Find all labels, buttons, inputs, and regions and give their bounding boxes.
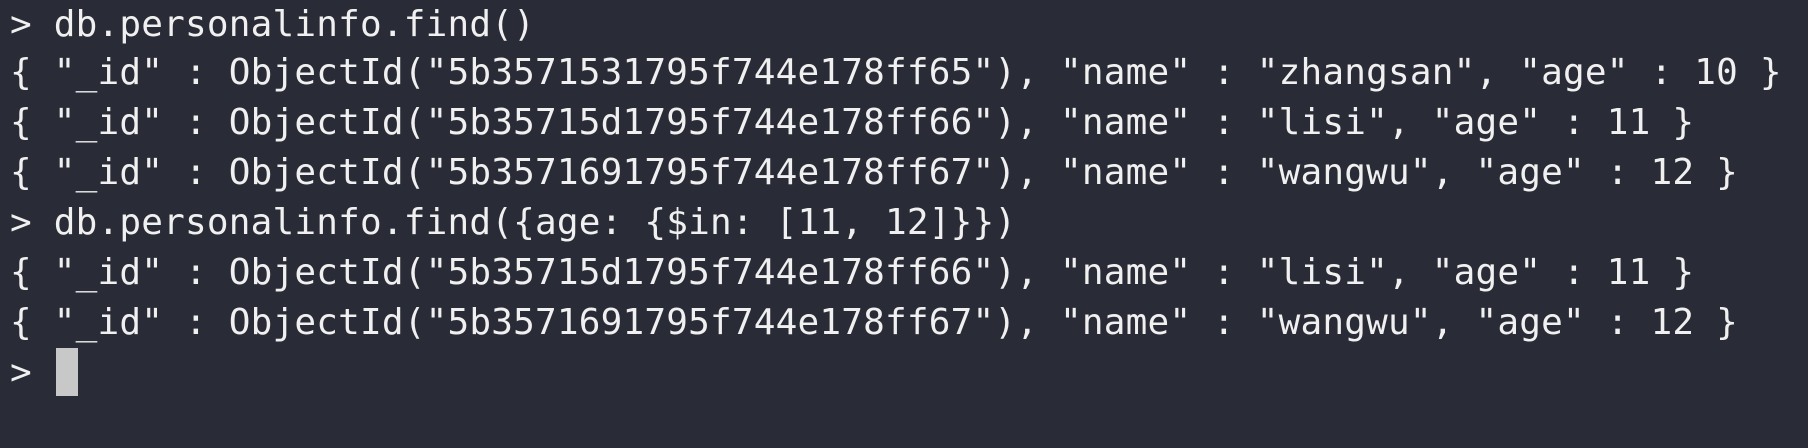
output-line: { "_id" : ObjectId("5b3571691795f744e178…	[10, 152, 1739, 193]
input-line[interactable]: >	[10, 348, 78, 398]
output-line: { "_id" : ObjectId("5b35715d1795f744e178…	[10, 102, 1695, 143]
output-line: { "_id" : ObjectId("5b3571691795f744e178…	[10, 302, 1739, 343]
output-line: { "_id" : ObjectId("5b3571531795f744e178…	[10, 52, 1782, 93]
prompt-symbol: >	[10, 352, 54, 393]
terminal-window[interactable]: > db.personalinfo.find() { "_id" : Objec…	[0, 0, 1808, 448]
text-cursor	[55, 348, 78, 396]
command-line: > db.personalinfo.find()	[10, 4, 535, 45]
output-line: { "_id" : ObjectId("5b35715d1795f744e178…	[10, 252, 1695, 293]
command-line: > db.personalinfo.find({age: {$in: [11, …	[10, 202, 1017, 243]
